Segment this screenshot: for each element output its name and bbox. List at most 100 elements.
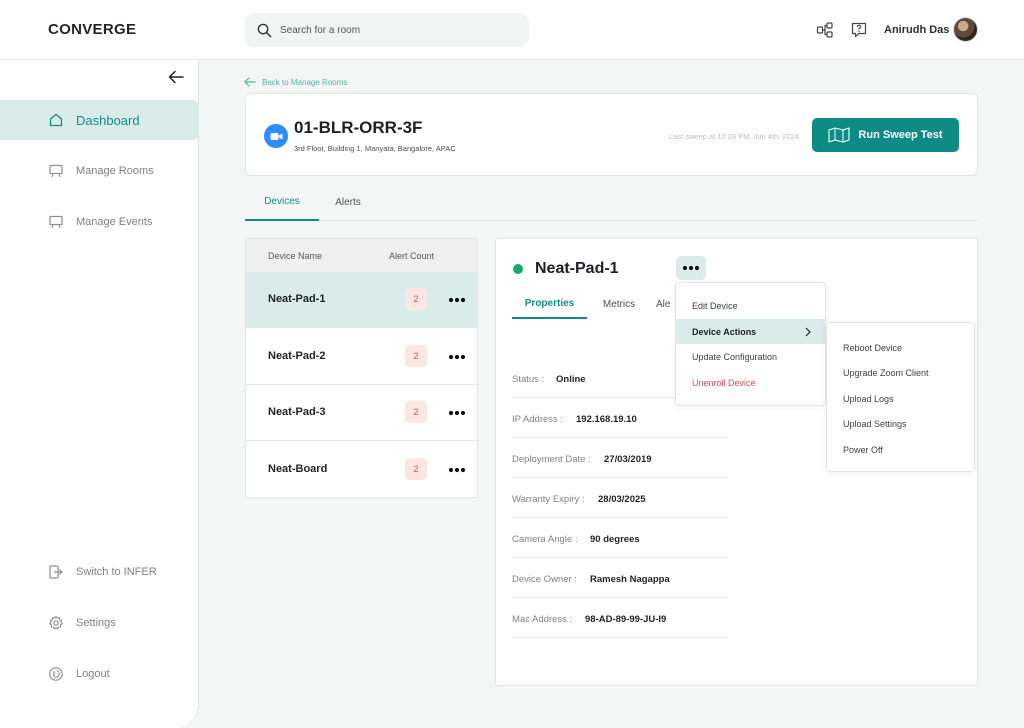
property-row: Warranty Expiry : 28/03/2025 xyxy=(512,486,728,518)
search-icon xyxy=(257,23,272,37)
property-value: 28/03/2025 xyxy=(598,494,646,505)
table-row[interactable]: Neat-Pad-2 2 xyxy=(246,329,477,385)
device-actions-button[interactable] xyxy=(676,256,706,280)
menu-item-upgrade-zoom-client[interactable]: Upgrade Zoom Client xyxy=(827,360,974,385)
property-value: 90 degrees xyxy=(590,534,640,545)
room-tabs: Devices Alerts xyxy=(245,184,978,221)
property-value: Ramesh Nagappa xyxy=(590,574,670,585)
property-value: 27/03/2019 xyxy=(604,454,652,465)
menu-item-unenroll-device[interactable]: Unenroll Device xyxy=(676,370,825,395)
alert-count-badge: 2 xyxy=(405,345,427,367)
device-actions-submenu: Reboot Device Upgrade Zoom Client Upload… xyxy=(826,322,975,472)
tab-devices[interactable]: Devices xyxy=(245,184,319,221)
more-options-icon[interactable] xyxy=(448,354,466,360)
property-row: Deployment Date : 27/03/2019 xyxy=(512,446,728,478)
search-input[interactable] xyxy=(280,24,500,36)
column-header: Device Name xyxy=(268,251,323,261)
property-row: Camera Angle : 90 degrees xyxy=(512,526,728,558)
chevron-right-icon xyxy=(805,327,811,337)
property-value: 98-AD-89-99-JU-I9 xyxy=(585,614,667,625)
room-header-card: 01-BLR-ORR-3F 3rd Floor, Building 1, Man… xyxy=(245,93,978,176)
power-icon xyxy=(49,667,63,681)
sidebar-item-manage-events[interactable]: Manage Events xyxy=(0,202,199,242)
table-header: Device Name Alert Count xyxy=(246,239,477,272)
tab-alerts-detail[interactable]: Ale xyxy=(656,289,676,319)
property-key: Deployment Date : xyxy=(512,454,591,465)
sidebar-item-label: Dashboard xyxy=(76,112,140,128)
menu-item-edit-device[interactable]: Edit Device xyxy=(676,293,825,318)
property-key: IP Address : xyxy=(512,414,564,425)
run-sweep-test-button[interactable]: Run Sweep Test xyxy=(812,118,959,152)
back-to-manage-rooms-link[interactable]: Back to Manage Rooms xyxy=(244,77,347,87)
sidebar-item-switch-to-infer[interactable]: Switch to INFER xyxy=(0,552,199,592)
room-location: 3rd Floor, Building 1, Manyata, Bangalor… xyxy=(294,144,456,153)
room-title: 01-BLR-ORR-3F xyxy=(294,118,423,137)
alert-count-badge: 2 xyxy=(405,288,427,310)
more-options-icon[interactable] xyxy=(448,467,466,473)
property-row: Device Owner : Ramesh Nagappa xyxy=(512,566,728,598)
menu-item-reboot-device[interactable]: Reboot Device xyxy=(827,335,974,360)
property-key: Device Owner : xyxy=(512,574,577,585)
devices-table: Device Name Alert Count Neat-Pad-1 2 Nea… xyxy=(245,238,478,498)
last-sweep-timestamp: Last sweep at 10:28 PM, Jun 4th, 2024 xyxy=(669,132,800,141)
sidebar-item-logout[interactable]: Logout xyxy=(0,654,199,694)
arrow-left-icon[interactable] xyxy=(168,70,184,84)
device-actions-menu: Edit Device Device Actions Update Config… xyxy=(675,282,826,406)
more-options-icon xyxy=(682,265,700,271)
sidebar-item-label: Settings xyxy=(76,617,116,629)
home-icon xyxy=(49,113,63,127)
property-value: 192.168.19.10 xyxy=(576,414,637,425)
tab-properties[interactable]: Properties xyxy=(512,289,587,319)
tab-metrics[interactable]: Metrics xyxy=(599,289,639,319)
board-icon xyxy=(49,215,63,229)
switch-icon xyxy=(49,565,63,579)
device-name: Neat-Pad-3 xyxy=(268,406,326,418)
property-row: Mac Address : 98-AD-89-99-JU-I9 xyxy=(512,606,728,638)
sidebar: Dashboard Manage Rooms Manage Events Swi… xyxy=(0,60,199,728)
help-chat-icon[interactable] xyxy=(850,21,868,39)
table-row[interactable]: Neat-Pad-3 2 xyxy=(246,385,477,441)
sidebar-item-settings[interactable]: Settings xyxy=(0,603,199,643)
property-key: Status : xyxy=(512,374,545,385)
arrow-left-icon xyxy=(244,77,256,87)
sweep-button-label: Run Sweep Test xyxy=(858,129,943,141)
sidebar-item-manage-rooms[interactable]: Manage Rooms xyxy=(0,151,199,191)
menu-item-power-off[interactable]: Power Off xyxy=(827,437,974,462)
property-value: Online xyxy=(556,374,586,385)
alert-count-badge: 2 xyxy=(405,458,427,480)
menu-item-upload-settings[interactable]: Upload Settings xyxy=(827,411,974,436)
property-key: Warranty Expiry : xyxy=(512,494,585,505)
search-box[interactable] xyxy=(245,13,529,47)
sidebar-item-label: Manage Events xyxy=(76,216,153,228)
user-name[interactable]: Anirudh Das xyxy=(884,24,949,36)
back-link-label: Back to Manage Rooms xyxy=(262,77,348,87)
top-bar: CONVERGE Anirudh Das xyxy=(0,0,1024,60)
video-camera-icon xyxy=(264,124,288,148)
table-row[interactable]: Neat-Pad-1 2 xyxy=(246,272,477,328)
device-title: Neat-Pad-1 xyxy=(535,260,619,277)
sidebar-item-dashboard[interactable]: Dashboard xyxy=(0,100,199,140)
menu-item-upload-logs[interactable]: Upload Logs xyxy=(827,386,974,411)
online-status-dot xyxy=(513,264,523,274)
device-name: Neat-Pad-2 xyxy=(268,350,326,362)
sidebar-item-label: Switch to INFER xyxy=(76,566,157,578)
app-logo[interactable]: CONVERGE xyxy=(48,21,136,38)
device-name: Neat-Board xyxy=(268,463,328,475)
menu-item-label: Device Actions xyxy=(692,326,757,337)
menu-item-device-actions[interactable]: Device Actions xyxy=(676,319,825,344)
property-key: Camera Angle : xyxy=(512,534,578,545)
property-row: IP Address : 192.168.19.10 xyxy=(512,406,728,438)
column-header: Alert Count xyxy=(389,251,435,261)
more-options-icon[interactable] xyxy=(448,297,466,303)
menu-item-update-configuration[interactable]: Update Configuration xyxy=(676,344,825,369)
board-icon xyxy=(49,164,63,178)
org-chart-icon[interactable] xyxy=(816,21,834,39)
property-key: Mac Address : xyxy=(512,614,573,625)
alert-count-badge: 2 xyxy=(405,401,427,423)
device-name: Neat-Pad-1 xyxy=(268,293,326,305)
table-row[interactable]: Neat-Board 2 xyxy=(246,442,477,497)
avatar[interactable] xyxy=(953,17,978,42)
gear-icon xyxy=(49,615,63,630)
tab-alerts[interactable]: Alerts xyxy=(325,184,371,221)
more-options-icon[interactable] xyxy=(448,410,466,416)
